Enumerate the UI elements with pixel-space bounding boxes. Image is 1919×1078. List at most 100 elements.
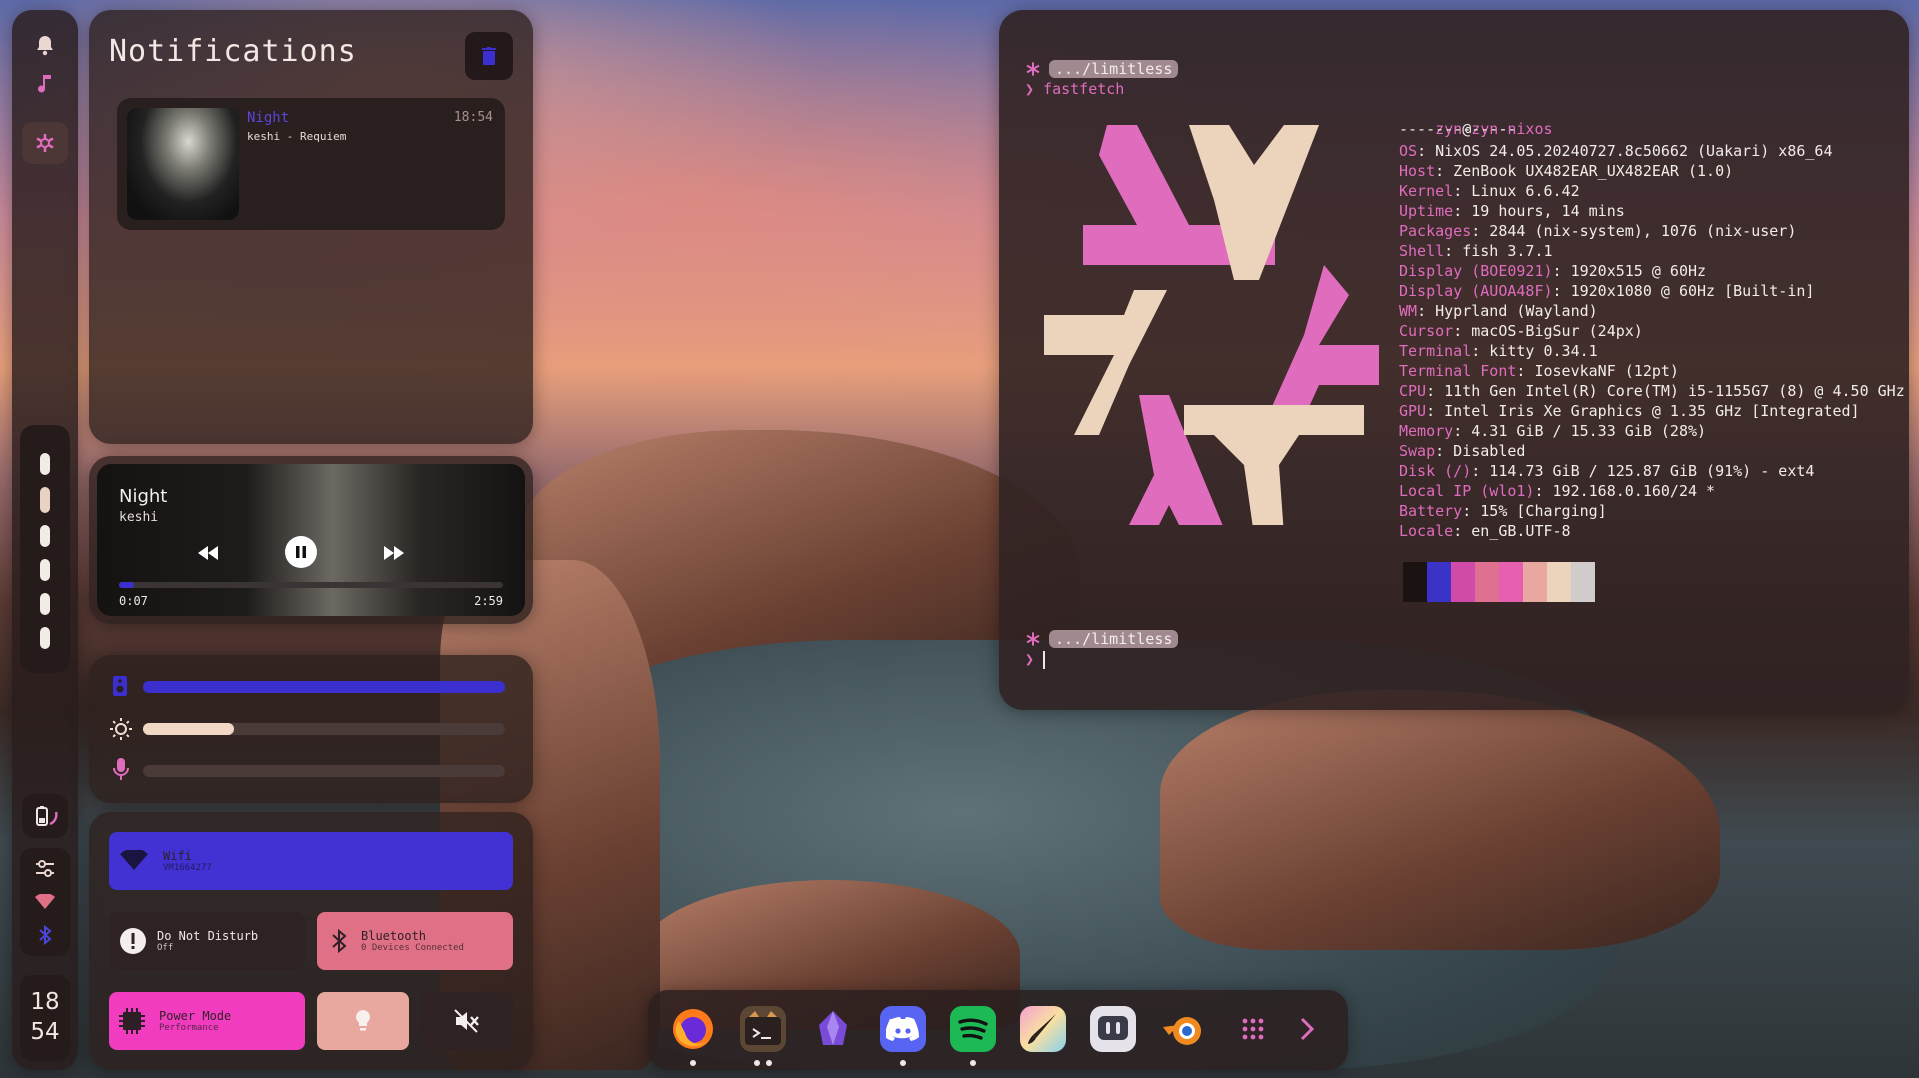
info-value: macOS-BigSur (24px) (1462, 322, 1643, 340)
settings-sliders-button[interactable] (22, 854, 68, 884)
sliders-icon (36, 860, 54, 877)
speaker-icon (113, 676, 127, 696)
workspace-4[interactable] (40, 559, 50, 581)
do-not-disturb-toggle[interactable]: Do Not Disturb Off (109, 912, 305, 970)
dock-expand-button[interactable] (1284, 1006, 1330, 1052)
notification-card[interactable]: Night keshi - Requiem 18:54 (117, 98, 505, 230)
terminal-cat-icon (745, 1011, 781, 1045)
dock-app-terminal[interactable] (740, 1006, 786, 1066)
info-key: Locale (1399, 522, 1454, 540)
app-launcher-button[interactable] (1230, 1006, 1276, 1052)
terminal-prompt-line-2: .../limitless (1025, 630, 1179, 648)
info-key: Cursor (1399, 322, 1454, 340)
info-key: OS (1399, 142, 1418, 160)
brightness-icon (110, 718, 132, 740)
info-key: Terminal Font (1399, 362, 1517, 380)
bluetooth-status-button[interactable] (22, 920, 68, 950)
running-indicator (766, 1060, 772, 1066)
info-value: 19 hours, 14 mins (1462, 202, 1625, 220)
mute-toggle[interactable] (421, 992, 513, 1050)
info-value: Intel Iris Xe Graphics @ 1.35 GHz [Integ… (1435, 402, 1860, 420)
info-colon: : (1552, 282, 1562, 300)
info-value: 4.31 GiB / 15.33 GiB (28%) (1462, 422, 1707, 440)
info-colon: : (1417, 302, 1427, 320)
fastfetch-info-line: WM: Hyprland (Wayland) (1399, 302, 1598, 320)
notification-title: Night (247, 110, 290, 126)
workspace-3[interactable] (40, 525, 50, 547)
separator-line: ------------- (1399, 120, 1517, 138)
info-key: CPU (1399, 382, 1427, 400)
microphone-slider[interactable] (143, 765, 505, 777)
fastfetch-info-line: Display (AUOA48F): 1920x1080 @ 60Hz [Bui… (1399, 282, 1814, 300)
notifications-button[interactable] (22, 28, 68, 62)
clear-notifications-button[interactable] (465, 32, 513, 80)
palette-swatch (1451, 562, 1475, 602)
fastfetch-info-line: Locale: en_GB.UTF-8 (1399, 522, 1571, 540)
microphone-icon (113, 758, 129, 780)
running-indicator (900, 1060, 906, 1066)
dock-app-spotify[interactable] (950, 1006, 996, 1066)
fastfetch-info-line: Display (BOE0921): 1920x515 @ 60Hz (1399, 262, 1706, 280)
info-value: 192.168.0.160/24 * (1543, 482, 1716, 500)
dock-app-blender[interactable] (1160, 1006, 1206, 1052)
bluetooth-toggle[interactable]: Bluetooth 0 Devices Connected (317, 912, 513, 970)
wifi-toggle[interactable]: Wifi VM1664277 (109, 832, 513, 890)
info-colon: : (1426, 402, 1436, 420)
info-key: Battery (1399, 502, 1463, 520)
workspace-2[interactable] (40, 487, 50, 513)
workspace-1[interactable] (40, 453, 50, 475)
workspace-5[interactable] (40, 593, 50, 615)
firefox-icon (673, 1009, 713, 1049)
info-value: Linux 6.6.42 (1462, 182, 1580, 200)
power-mode-toggle[interactable]: Power Mode Performance (109, 992, 305, 1050)
previous-button[interactable] (193, 538, 223, 568)
media-player: Night keshi 0:07 2:59 (89, 456, 533, 624)
info-value: ZenBook UX482EAR_UX482EAR (1.0) (1444, 162, 1734, 180)
brightness-slider[interactable] (143, 723, 505, 735)
wifi-icon (35, 894, 55, 909)
nixos-snowflake-icon (36, 134, 54, 152)
play-pause-button[interactable] (285, 536, 317, 568)
player-progress-track[interactable] (119, 582, 503, 588)
info-key: Shell (1399, 242, 1445, 260)
terminal-window[interactable]: .../limitless ❯ fastfetch zyn@zyn-nixos … (999, 10, 1909, 710)
background-cliff-right (1160, 690, 1720, 950)
dock-app-krita[interactable] (1020, 1006, 1066, 1052)
prompt-arrow-2: ❯ (1025, 650, 1044, 668)
color-palette (1403, 562, 1595, 602)
palette-swatch (1523, 562, 1547, 602)
nixos-menu-button[interactable] (22, 122, 68, 164)
info-key: Disk (/) (1399, 462, 1472, 480)
dock (648, 990, 1348, 1070)
info-value: Hyprland (Wayland) (1426, 302, 1598, 320)
dock-app-vesktop[interactable] (1090, 1006, 1136, 1052)
battery-button[interactable] (22, 794, 68, 838)
fastfetch-info-line: Terminal Font: IosevkaNF (12pt) (1399, 362, 1679, 380)
info-key: Local IP (wlo1) (1399, 482, 1535, 500)
info-key: Memory (1399, 422, 1454, 440)
workspace-6[interactable] (40, 627, 50, 649)
prompt-path: .../limitless (1049, 60, 1179, 78)
info-colon: : (1453, 182, 1463, 200)
next-button[interactable] (379, 538, 409, 568)
music-button[interactable] (22, 66, 68, 100)
volume-slider[interactable] (143, 681, 505, 693)
dock-app-firefox[interactable] (670, 1006, 716, 1066)
terminal-input-line[interactable]: ❯ (1025, 650, 1046, 669)
night-light-toggle[interactable] (317, 992, 409, 1050)
bluetooth-label: Bluetooth (361, 929, 427, 943)
info-colon: : (1435, 442, 1445, 460)
bluetooth-icon (332, 928, 347, 954)
alert-circle-icon (120, 928, 146, 954)
info-colon: : (1462, 502, 1472, 520)
wifi-status-button[interactable] (22, 888, 68, 916)
notifications-title: Notifications (109, 34, 357, 69)
dock-app-discord[interactable] (880, 1006, 926, 1066)
info-value: 1920x1080 @ 60Hz [Built-in] (1561, 282, 1815, 300)
dock-app-obsidian[interactable] (810, 1006, 856, 1052)
info-key: Swap (1399, 442, 1436, 460)
info-value: 11th Gen Intel(R) Core(TM) i5-1155G7 (8)… (1435, 382, 1905, 400)
terminal-cursor (1043, 650, 1046, 669)
prompt-arrow: ❯ (1025, 80, 1044, 98)
player-title: Night (119, 486, 168, 507)
